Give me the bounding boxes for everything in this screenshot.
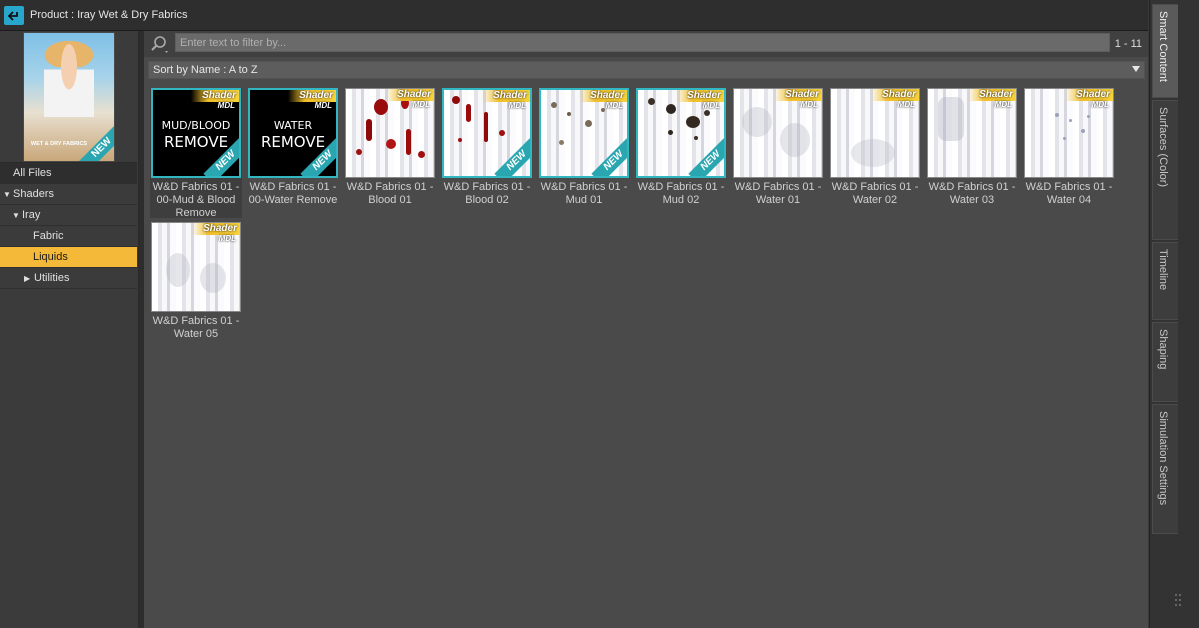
asset-tile-blood-01[interactable]: Shader MDL W&D Fabrics 01 - Blood 01 [344, 88, 436, 207]
tree-item-fabric[interactable]: Fabric [0, 226, 137, 247]
asset-tile-water-remove[interactable]: Shader MDL WATER REMOVE NEW W&D Fabrics 0… [247, 88, 339, 207]
asset-label: W&D Fabrics 01 - 00-Water Remove [248, 181, 338, 206]
asset-tile-mud-02[interactable]: Shader MDL NEW W&D Fabrics 01 - Mud 02 [635, 88, 727, 207]
chevron-down-icon [1132, 66, 1140, 72]
back-arrow-icon [8, 10, 18, 21]
asset-label: W&D Fabrics 01 - Water 03 [928, 181, 1016, 206]
asset-thumbnail: Shader MDL [151, 222, 241, 312]
thumb-text-line2: REMOVE [260, 133, 326, 151]
tab-timeline[interactable]: Timeline [1152, 242, 1178, 320]
tree-item-label: All Files [13, 167, 52, 179]
asset-tile-blood-02[interactable]: Shader MDL NEW W&D Fabrics 01 - Blood 02 [441, 88, 533, 207]
asset-tile-mud-01[interactable]: Shader MDL NEW W&D Fabrics 01 - Mud 01 [538, 88, 630, 207]
shader-mdl-badge: Shader MDL [482, 90, 530, 112]
tree-item-all-files[interactable]: All Files [0, 162, 137, 184]
shader-mdl-badge: Shader MDL [192, 223, 240, 245]
result-count: 1 - 11 [1114, 38, 1142, 50]
asset-tile-water-04[interactable]: Shader MDL W&D Fabrics 01 - Water 04 [1023, 88, 1115, 207]
thumb-text-line2: REMOVE [163, 133, 229, 151]
expanded-caret-icon[interactable]: ▼ [12, 206, 22, 226]
asset-thumbnail: Shader MDL NEW [636, 88, 726, 178]
tree-item-shaders[interactable]: ▼ Shaders [0, 184, 137, 205]
product-header: Product : Iray Wet & Dry Fabrics [0, 0, 1148, 31]
tab-surfaces-color[interactable]: Surfaces (Color) [1152, 100, 1178, 240]
asset-thumbnail: Shader MDL [733, 88, 823, 178]
asset-thumbnail: Shader MDL MUD/BLOOD REMOVE NEW [151, 88, 241, 178]
tab-smart-content[interactable]: Smart Content [1152, 4, 1178, 98]
thumb-text-line1: WATER [273, 119, 313, 132]
product-thumbnail-figure [44, 43, 94, 138]
thumb-text-line1: MUD/BLOOD [161, 119, 231, 132]
asset-tile-water-02[interactable]: Shader MDL W&D Fabrics 01 - Water 02 [829, 88, 921, 207]
asset-label: W&D Fabrics 01 - Mud 01 [540, 181, 628, 206]
content-pane: 1 - 11 Sort by Name : A to Z ShaderMDL M… [144, 31, 1148, 628]
asset-label: W&D Fabrics 01 - 00-Mud & Blood Remove [152, 181, 240, 219]
shader-mdl-badge: Shader MDL [579, 90, 627, 112]
asset-tile-water-01[interactable]: Shader MDL W&D Fabrics 01 - Water 01 [732, 88, 824, 207]
product-logo-text: WET & DRY FABRICS [30, 141, 88, 147]
asset-label: W&D Fabrics 01 - Blood 02 [443, 181, 531, 206]
asset-thumbnail: Shader MDL NEW [442, 88, 532, 178]
tree-item-label: Utilities [34, 272, 70, 284]
category-pane: WET & DRY FABRICS NEW All Files ▼ Shaders… [0, 31, 139, 628]
expanded-caret-icon[interactable]: ▼ [3, 185, 13, 205]
asset-label: W&D Fabrics 01 - Water 02 [831, 181, 919, 206]
shader-mdl-badge: Shader MDL [288, 90, 336, 112]
tab-simulation-settings[interactable]: Simulation Settings [1152, 404, 1178, 534]
tab-shaping[interactable]: Shaping [1152, 322, 1178, 402]
asset-label: W&D Fabrics 01 - Blood 01 [346, 181, 434, 206]
category-tree: All Files ▼ Shaders ▼ Iray Fabric Liquids … [0, 162, 137, 289]
back-button[interactable] [4, 6, 24, 25]
tree-item-label: Liquids [33, 251, 68, 263]
asset-label: W&D Fabrics 01 - Water 04 [1025, 181, 1113, 206]
shader-mdl-badge: Shader MDL [386, 89, 434, 111]
collapsed-caret-icon[interactable]: ▶ [24, 269, 34, 289]
tree-item-label: Iray [22, 209, 41, 221]
asset-tile-water-05[interactable]: Shader MDL W&D Fabrics 01 - Water 05 [150, 222, 242, 341]
asset-tile-mud-blood-remove[interactable]: Shader MDL MUD/BLOOD REMOVE NEW W&D Fabri… [150, 88, 242, 219]
tree-item-utilities[interactable]: ▶ Utilities [0, 268, 137, 289]
shader-mdl-badge: Shader MDL [191, 90, 239, 112]
tree-item-liquids[interactable]: Liquids [0, 247, 137, 268]
asset-thumbnail: Shader MDL [927, 88, 1017, 178]
search-icon [151, 36, 168, 53]
shader-mdl-badge: Shader MDL [774, 89, 822, 111]
sort-dropdown[interactable]: Sort by Name : A to Z [148, 61, 1145, 79]
product-thumbnail[interactable]: WET & DRY FABRICS NEW [23, 32, 115, 162]
asset-label: W&D Fabrics 01 - Mud 02 [637, 181, 725, 206]
shader-mdl-badge: Shader MDL [968, 89, 1016, 111]
asset-thumbnail: Shader MDL [1024, 88, 1114, 178]
tree-item-iray[interactable]: ▼ Iray [0, 205, 137, 226]
shader-mdl-badge: Shader MDL [1065, 89, 1113, 111]
asset-thumbnail: Shader MDL WATER REMOVE NEW [248, 88, 338, 178]
asset-label: W&D Fabrics 01 - Water 01 [734, 181, 822, 206]
filter-input[interactable] [175, 33, 1110, 52]
shader-mdl-badge: Shader MDL [676, 90, 724, 112]
shader-mdl-badge: Shader MDL [871, 89, 919, 111]
product-title: Product : Iray Wet & Dry Fabrics [30, 9, 188, 21]
asset-thumbnail: Shader MDL NEW [539, 88, 629, 178]
asset-thumbnail: Shader MDL [345, 88, 435, 178]
filter-options-button[interactable] [148, 33, 172, 55]
filter-bar: 1 - 11 [144, 31, 1148, 57]
pane-tab-strip: Smart Content Surfaces (Color) Timeline … [1149, 0, 1199, 628]
asset-label: W&D Fabrics 01 - Water 05 [152, 315, 240, 340]
asset-tile-water-03[interactable]: Shader MDL W&D Fabrics 01 - Water 03 [926, 88, 1018, 207]
asset-thumbnail: Shader MDL [830, 88, 920, 178]
sort-label: Sort by Name : A to Z [153, 64, 258, 76]
resize-grip-icon[interactable] [1174, 592, 1182, 612]
tree-item-label: Fabric [33, 230, 64, 242]
tree-item-label: Shaders [13, 188, 54, 200]
